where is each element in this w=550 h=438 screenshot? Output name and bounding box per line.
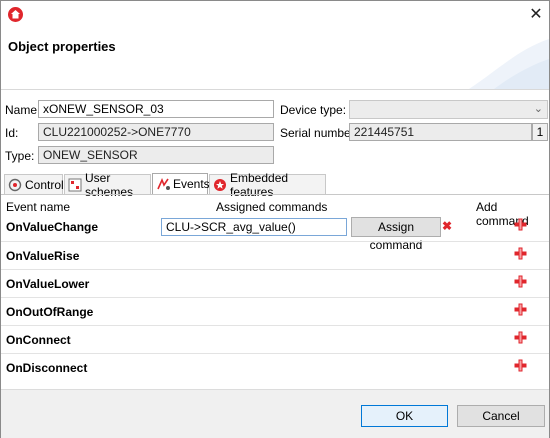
home-app-icon: [8, 7, 23, 22]
event-name: OnOutOfRange: [6, 305, 94, 319]
chevron-down-icon: ⌄: [533, 103, 543, 115]
event-name: OnValueChange: [6, 220, 99, 234]
delete-command-icon[interactable]: ✖: [442, 219, 452, 233]
events-icon: [156, 177, 170, 191]
embedded-features-icon: [213, 178, 227, 192]
tab-user-schemes[interactable]: User schemes: [64, 171, 151, 199]
tab-events[interactable]: Events: [152, 173, 210, 194]
tab-divider: [1, 194, 549, 195]
event-row: OnValueLower: [1, 270, 549, 298]
assigned-commands-header: Assigned commands: [216, 200, 328, 214]
tab-embedded-features[interactable]: Embedded features: [209, 171, 326, 199]
close-icon[interactable]: ✕: [525, 4, 547, 26]
name-input[interactable]: xONEW_SENSOR_03: [38, 100, 274, 118]
device-type-select[interactable]: ⌄: [349, 100, 548, 119]
event-name-header: Event name: [6, 200, 71, 214]
id-label: Id:: [5, 126, 19, 140]
event-name: OnConnect: [6, 333, 71, 347]
page-title: Object properties: [8, 39, 116, 54]
event-row: OnValueRise: [1, 242, 549, 270]
control-icon: [8, 178, 22, 192]
title-bar: ✕: [1, 1, 549, 29]
name-label: Name:: [5, 103, 41, 117]
tab-label: Events: [173, 177, 210, 191]
event-name: OnValueRise: [6, 249, 80, 263]
add-command-icon[interactable]: [514, 303, 527, 316]
event-name: OnValueLower: [6, 277, 90, 291]
tab-strip: Control User schemes Events Embedded fea…: [1, 171, 549, 199]
event-name: OnDisconnect: [6, 361, 88, 375]
serial-number-field: 221445751: [349, 123, 532, 141]
cancel-button[interactable]: Cancel: [457, 405, 545, 427]
event-row: OnOutOfRange: [1, 298, 549, 326]
tab-label: Control: [25, 177, 64, 192]
add-command-icon[interactable]: [514, 247, 527, 260]
add-command-icon[interactable]: [514, 218, 527, 231]
device-type-label: Device type:: [280, 103, 347, 117]
serial-count-badge: 1: [532, 123, 548, 141]
event-row: OnConnect: [1, 326, 549, 354]
serial-number-label: Serial number:: [280, 126, 359, 140]
user-schemes-icon: [68, 178, 82, 192]
assign-command-button[interactable]: Assign command: [351, 217, 441, 252]
header-decoration: [469, 39, 549, 89]
tab-control[interactable]: Control: [4, 174, 64, 194]
assigned-command-input[interactable]: CLU->SCR_avg_value(): [161, 218, 347, 236]
add-command-icon[interactable]: [514, 275, 527, 288]
ok-button[interactable]: OK: [361, 405, 448, 427]
add-command-icon[interactable]: [514, 359, 527, 372]
event-row: OnDisconnect: [1, 354, 549, 382]
type-field: ONEW_SENSOR: [38, 146, 274, 164]
add-command-icon[interactable]: [514, 331, 527, 344]
type-label: Type:: [5, 149, 35, 163]
dialog-header: Object properties: [1, 29, 549, 90]
id-field: CLU221000252->ONE7770: [38, 123, 274, 141]
object-properties-dialog: ✕ Object properties Name: xONEW_SENSOR_0…: [0, 0, 550, 438]
